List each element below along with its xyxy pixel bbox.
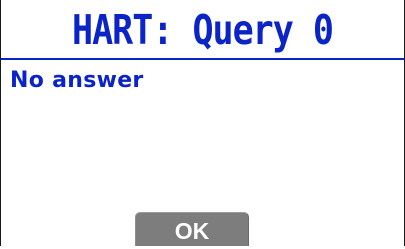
title-bar: HART: Query 0 xyxy=(1,0,404,59)
ok-button[interactable]: OK xyxy=(135,212,249,246)
page-title: HART: Query 0 xyxy=(72,7,334,55)
device-screen: HART: Query 0 No answer OK xyxy=(0,0,405,246)
status-message: No answer xyxy=(10,68,144,93)
title-divider xyxy=(1,58,404,60)
